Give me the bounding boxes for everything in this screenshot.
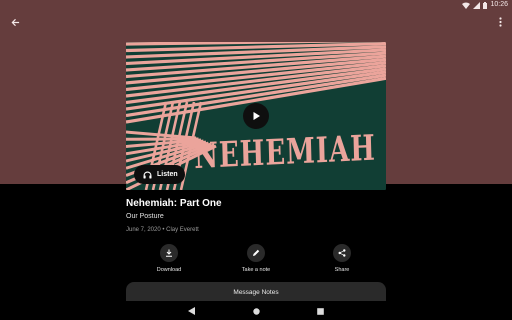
back-arrow-icon <box>11 18 19 26</box>
headphones-icon <box>143 171 152 179</box>
signal-icon <box>473 1 481 9</box>
play-button[interactable] <box>243 103 269 129</box>
wifi-icon <box>462 1 471 9</box>
battery-icon <box>483 1 488 9</box>
take-note-label: Take a note <box>241 267 271 273</box>
back-button[interactable] <box>7 14 23 30</box>
more-vert-icon <box>498 17 502 27</box>
share-icon <box>338 249 346 257</box>
download-icon <box>166 249 172 257</box>
play-icon <box>253 112 260 120</box>
listen-button[interactable]: Listen <box>134 165 185 184</box>
share-icon-circle <box>333 244 351 262</box>
overflow-menu-button[interactable] <box>492 14 508 30</box>
share-button[interactable]: Share <box>312 244 372 273</box>
status-bar: 10:26 <box>0 0 512 10</box>
pencil-icon <box>253 249 260 256</box>
download-button[interactable]: Download <box>139 244 199 273</box>
download-label: Download <box>156 267 182 273</box>
status-time: 10:26 <box>490 1 508 8</box>
sermon-date-speaker: June 7, 2020 • Clay Everett <box>126 227 199 233</box>
nav-recents-icon <box>316 307 324 315</box>
take-note-button[interactable]: Take a note <box>226 244 286 273</box>
nav-home-icon <box>252 307 260 315</box>
sermon-title: Nehemiah: Part One <box>126 198 222 209</box>
nav-back-icon <box>187 307 195 315</box>
nav-recents-button[interactable] <box>314 305 326 317</box>
nav-back-button[interactable] <box>185 305 197 317</box>
sermon-series[interactable]: Our Posture <box>126 213 164 220</box>
download-icon-circle <box>160 244 178 262</box>
listen-label: Listen <box>157 171 178 178</box>
nav-home-button[interactable] <box>250 305 262 317</box>
system-nav-bar <box>0 301 512 320</box>
pencil-icon-circle <box>247 244 265 262</box>
share-label: Share <box>334 267 350 273</box>
